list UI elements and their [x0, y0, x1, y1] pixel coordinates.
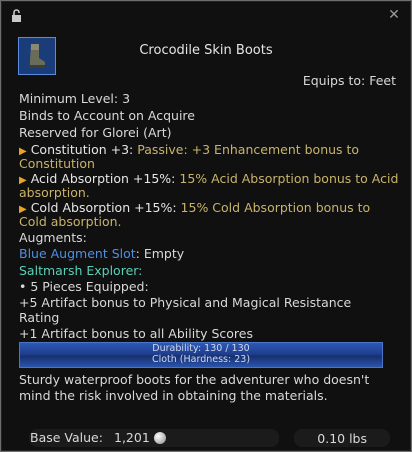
effect-acid-absorption[interactable]: ▶ Acid Absorption +15%: 15% Acid Absorpti… [19, 171, 398, 186]
base-value-label: Base Value: [30, 430, 103, 445]
augment-slot-name: Blue Augment Slot [19, 246, 136, 261]
base-value: 1,201 [114, 430, 150, 445]
item-description: Sturdy waterproof boots for the adventur… [19, 372, 370, 403]
augment-slot: Blue Augment Slot: Empty [19, 246, 184, 261]
effect-cold-absorption[interactable]: ▶ Cold Absorption +15%: 15% Cold Absorpti… [19, 200, 370, 215]
close-icon[interactable]: ✕ [387, 8, 401, 22]
augment-slot-value: : Empty [135, 246, 185, 261]
durability-text: Durability: 130 / 130 [152, 343, 250, 354]
effect-name: Cold Absorption +15%: [30, 200, 177, 215]
set-bonus-1: +5 Artifact bonus to Physical and Magica… [19, 295, 352, 310]
effect-desc: Passive: +3 Enhancement bonus to [133, 142, 360, 157]
item-weight: 0.10 lbs [317, 431, 367, 446]
set-bonus-2: +1 Artifact bonus to all Ability Scores [19, 326, 253, 341]
set-pieces: • 5 Pieces Equipped: [19, 279, 149, 294]
binds-to: Binds to Account on Acquire [19, 108, 195, 123]
effect-desc: 15% Cold Absorption bonus to [176, 200, 371, 215]
silver-coin-icon [154, 432, 166, 444]
effect-desc-cont: Cold absorption. [19, 214, 122, 229]
reserved-for: Reserved for Glorei (Art) [19, 125, 172, 140]
augments-label: Augments: [19, 230, 87, 245]
equips-to: Equips to: Feet [302, 73, 396, 88]
item-name: Crocodile Skin Boots [139, 43, 273, 58]
effect-name: Acid Absorption +15%: [30, 171, 176, 186]
effect-constitution[interactable]: ▶ Constitution +3: Passive: +3 Enhancemen… [19, 142, 359, 157]
effect-desc: 15% Acid Absorption bonus to Acid [175, 171, 399, 186]
effect-desc-cont: Constitution [19, 156, 95, 171]
set-name: Saltmarsh Explorer: [19, 263, 143, 278]
item-tooltip: ✕ Crocodile Skin Boots Equips to: Feet M… [0, 0, 412, 452]
material-text: Cloth (Hardness: 23) [151, 354, 251, 365]
effect-name: Constitution +3: [30, 142, 134, 157]
minimum-level: Minimum Level: 3 [19, 91, 131, 106]
effect-desc-cont: absorption. [19, 185, 90, 200]
set-bonus-1-cont: Rating [19, 310, 60, 325]
lock-icon[interactable] [10, 9, 24, 23]
durability-bar: Durability: 130 / 130 Cloth (Hardness: 2… [19, 342, 383, 368]
